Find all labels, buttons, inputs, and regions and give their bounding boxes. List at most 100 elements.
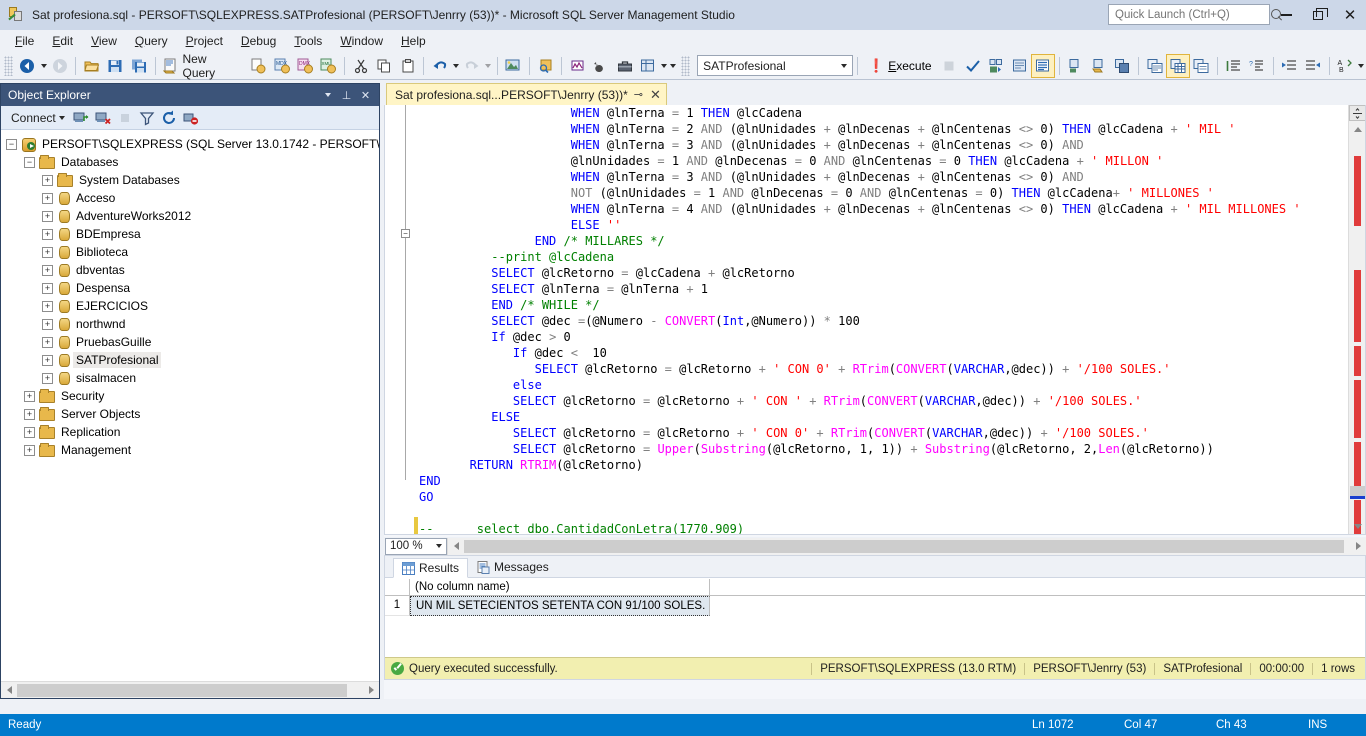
decrease-indent-icon[interactable] (1279, 55, 1300, 77)
tab-messages[interactable]: Messages (468, 557, 558, 577)
toolbar-overflow-2[interactable] (1357, 55, 1366, 77)
expand-toggle-icon[interactable]: + (42, 264, 53, 276)
expand-toggle-icon[interactable]: + (42, 228, 53, 240)
scroll-left-icon[interactable] (1, 683, 17, 698)
parse-check-icon[interactable] (962, 55, 983, 77)
results-to-grid-toggle-icon[interactable] (1031, 53, 1055, 78)
pin-icon[interactable]: ⊸ (634, 88, 643, 101)
split-editor-button[interactable] (1349, 105, 1365, 121)
undo-icon[interactable] (429, 55, 450, 77)
undo-dropdown[interactable] (452, 55, 461, 77)
include-client-statistics-icon[interactable] (1166, 53, 1190, 78)
scroll-down-icon[interactable] (1349, 519, 1365, 534)
table-row[interactable]: 1 UN MIL SETECIENTOS SETENTA CON 91/100 … (385, 596, 1365, 616)
connect-button[interactable]: Connect (7, 109, 69, 127)
vscroll-track[interactable] (1349, 138, 1365, 534)
menu-help[interactable]: Help (392, 32, 435, 50)
object-explorer-icon[interactable] (502, 55, 523, 77)
expand-toggle-icon[interactable]: + (42, 354, 53, 366)
editor-horizontal-scrollbar[interactable] (447, 537, 1366, 555)
tree-node[interactable]: + Acceso (1, 189, 379, 207)
expand-toggle-icon[interactable]: + (42, 372, 53, 384)
pin-icon[interactable]: ⊥ (338, 87, 355, 104)
open-file-icon[interactable] (81, 55, 102, 77)
quick-launch-input[interactable] (1113, 7, 1271, 22)
expand-toggle-icon[interactable]: + (42, 300, 53, 312)
navigate-back-dropdown[interactable] (39, 55, 48, 77)
hscroll-thumb[interactable] (17, 683, 347, 697)
registered-servers-dropdown[interactable] (660, 55, 669, 77)
minimize-button[interactable] (1270, 0, 1302, 30)
menu-debug[interactable]: Debug (232, 32, 285, 50)
new-db-query-icon[interactable] (247, 55, 268, 77)
tree-node[interactable]: + northwnd (1, 315, 379, 333)
expand-toggle-icon[interactable]: + (42, 336, 53, 348)
save-all-icon[interactable] (128, 55, 149, 77)
tree-node[interactable]: + sisalmacen (1, 369, 379, 387)
toolbox-icon[interactable] (614, 55, 635, 77)
expand-toggle-icon[interactable]: + (24, 408, 35, 420)
collapse-toggle-icon[interactable]: − (24, 156, 35, 168)
tree-node[interactable]: + dbventas (1, 261, 379, 279)
close-button[interactable]: ✕ (1334, 0, 1366, 30)
grid-corner-cell[interactable] (385, 579, 410, 595)
expand-toggle-icon[interactable]: + (42, 318, 53, 330)
row-number[interactable]: 1 (385, 596, 410, 616)
column-header[interactable]: (No column name) (410, 579, 710, 595)
scroll-left-icon[interactable] (448, 539, 464, 554)
tree-node[interactable]: + Despensa (1, 279, 379, 297)
tree-node[interactable]: − Databases (1, 153, 379, 171)
tree-node[interactable]: + BDEmpresa (1, 225, 379, 243)
activity-monitor-icon[interactable] (567, 55, 588, 77)
toolbar-overflow[interactable] (669, 55, 678, 77)
tree-node[interactable]: + Security (1, 387, 379, 405)
include-actual-plan-icon[interactable] (1144, 55, 1165, 77)
display-estimated-plan-icon[interactable] (1009, 55, 1030, 77)
panel-dropdown-button[interactable] (319, 87, 336, 104)
menu-tools[interactable]: Tools (285, 32, 331, 50)
tree-node[interactable]: + PruebasGuille (1, 333, 379, 351)
editor-vertical-scrollbar[interactable] (1348, 105, 1365, 534)
connect-server-icon[interactable] (71, 108, 91, 128)
expand-toggle-icon[interactable]: + (42, 246, 53, 258)
new-query-button[interactable]: New Query (160, 50, 247, 82)
collapse-toggle-icon[interactable]: − (6, 138, 17, 150)
sql-code-editor[interactable]: − WHEN @lnTerna = 1 THEN @lcCadena WHEN … (384, 105, 1366, 535)
scroll-right-icon[interactable] (363, 683, 379, 698)
disconnect-server-icon[interactable] (93, 108, 113, 128)
tree-node[interactable]: − PERSOFT\SQLEXPRESS (SQL Server 13.0.174… (1, 135, 379, 153)
filter-icon[interactable] (137, 108, 157, 128)
tree-node[interactable]: + Server Objects (1, 405, 379, 423)
new-mdx-query-icon[interactable]: MDX (271, 55, 292, 77)
toolbar-grip[interactable] (4, 55, 13, 76)
new-xmla-query-icon[interactable]: XML (318, 55, 339, 77)
tree-node[interactable]: + Replication (1, 423, 379, 441)
sql-code-text[interactable]: WHEN @lnTerna = 1 THEN @lcCadena WHEN @l… (419, 105, 1365, 534)
tree-node[interactable]: + AdventureWorks2012 (1, 207, 379, 225)
expand-toggle-icon[interactable]: + (42, 192, 53, 204)
expand-toggle-icon[interactable]: + (42, 174, 53, 186)
code-fold-gutter[interactable]: − (385, 105, 413, 534)
paste-icon[interactable] (397, 55, 418, 77)
expand-toggle-icon[interactable]: + (24, 426, 35, 438)
maximize-button[interactable] (1302, 0, 1334, 30)
menu-file[interactable]: FFileile (6, 32, 43, 50)
sync-icon[interactable] (181, 108, 201, 128)
menu-window[interactable]: Window (331, 32, 392, 50)
scroll-right-icon[interactable] (1350, 539, 1366, 554)
tree-node[interactable]: + EJERCICIOS (1, 297, 379, 315)
execute-button[interactable]: ❗ Execute (862, 56, 938, 76)
copy-icon[interactable] (373, 55, 394, 77)
refresh-icon[interactable] (159, 108, 179, 128)
object-explorer-tree[interactable]: − PERSOFT\SQLEXPRESS (SQL Server 13.0.174… (1, 131, 379, 680)
scroll-up-icon[interactable] (1349, 122, 1365, 137)
hscroll-thumb[interactable] (464, 539, 1344, 553)
menu-view[interactable]: View (82, 32, 126, 50)
expand-toggle-icon[interactable]: + (24, 444, 35, 456)
database-selector[interactable]: SATProfesional (697, 55, 854, 76)
menu-edit[interactable]: Edit (43, 32, 82, 50)
toolbar-grip-2[interactable] (681, 55, 691, 76)
object-explorer-details-icon[interactable] (535, 55, 556, 77)
expand-toggle-icon[interactable]: + (42, 282, 53, 294)
tree-node[interactable]: + Management (1, 441, 379, 459)
